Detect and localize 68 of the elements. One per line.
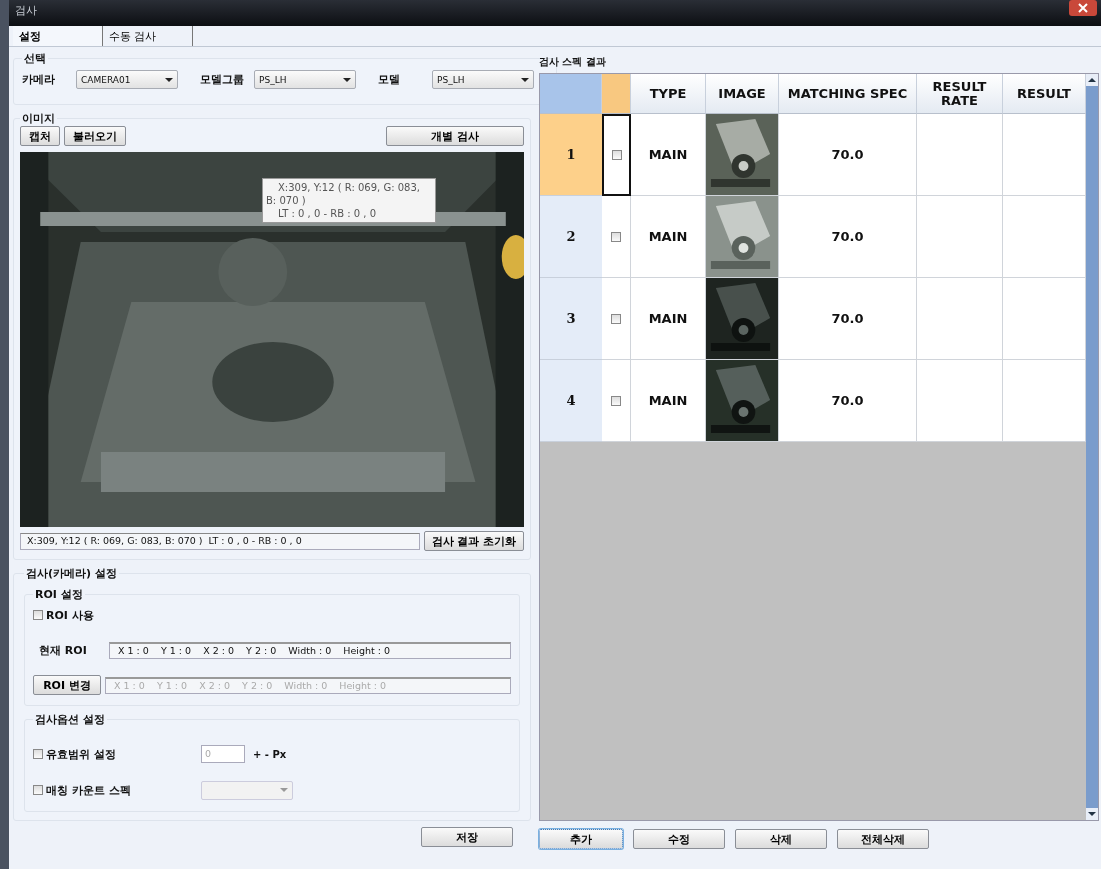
row-header[interactable]: 1: [540, 114, 602, 196]
field-label: 모델그룹: [200, 72, 245, 87]
table-action-button[interactable]: 삭제: [735, 829, 827, 849]
checkbox[interactable]: [611, 395, 621, 406]
checkbox-label: ROI 사용: [46, 607, 94, 623]
table-action-button[interactable]: 추가: [539, 829, 623, 849]
table-cell: MAIN: [631, 360, 706, 442]
table-cell: 70.0: [779, 360, 917, 442]
field-label: 모델: [378, 72, 401, 87]
tooltip-text: LT : 0 , 0 - RB : 0 , 0: [277, 207, 378, 220]
reset-button[interactable]: 검사 결과 초기화: [424, 531, 524, 551]
caret-icon: [165, 77, 173, 82]
dropdown[interactable]: PS_LH: [254, 70, 356, 89]
table-cell: MAIN: [631, 114, 706, 196]
column-header[interactable]: MATCHING SPEC: [779, 74, 917, 114]
row-header[interactable]: 3: [540, 278, 602, 360]
checkbox[interactable]: [33, 785, 43, 795]
column-header[interactable]: RESULT: [1003, 74, 1086, 114]
caret-icon: [343, 77, 351, 82]
group-title: 검사(카메라) 설정: [25, 566, 118, 581]
group-title: 선택: [23, 51, 47, 66]
row-header[interactable]: 2: [540, 196, 602, 278]
group-title: 이미지: [21, 111, 56, 126]
section-title: 검사 스펙 결과: [539, 55, 607, 69]
save-button[interactable]: 저장: [421, 827, 513, 847]
scroll-down-icon[interactable]: [1086, 808, 1098, 820]
field-label: 현재 ROI: [38, 643, 88, 658]
checkbox[interactable]: [611, 150, 622, 160]
row-header[interactable]: 4: [540, 360, 602, 442]
caret-icon: [280, 788, 288, 792]
status-field: X:309, Y:12 ( R: 069, G: 083, B: 070 ) LT : 0 , 0 - RB : 0 , 0: [20, 532, 420, 550]
table-action-button[interactable]: 전체삭제: [837, 829, 929, 849]
roi-field: X 1 : 0 Y 1 : 0 X 2 : 0 Y 2 : 0 Width : 0 Height : 0: [105, 676, 511, 694]
tab[interactable]: 수동 검사: [103, 26, 193, 46]
unit-label: + - Px: [253, 748, 287, 760]
checkbox[interactable]: [611, 313, 621, 324]
table-action-button[interactable]: 수정: [633, 829, 725, 849]
close-icon[interactable]: [1069, 0, 1097, 16]
caret-icon: [521, 77, 529, 82]
table-cell: MAIN: [631, 278, 706, 360]
group-title: ROI 설정: [34, 587, 84, 602]
dropdown[interactable]: PS_LH: [432, 70, 534, 89]
checkbox[interactable]: [611, 231, 621, 242]
dropdown[interactable]: CAMERA01: [76, 70, 178, 89]
image-button[interactable]: 불러오기: [64, 126, 126, 146]
inspect-button[interactable]: 개별 검사: [386, 126, 524, 146]
scroll-up-icon[interactable]: [1086, 74, 1098, 86]
field-label: 카메라: [22, 72, 56, 87]
tab[interactable]: 설정: [13, 26, 103, 46]
column-header[interactable]: RESULT RATE: [917, 74, 1003, 114]
scrollbar[interactable]: [1086, 74, 1098, 820]
checkbox-label: 유효범위 설정: [46, 746, 116, 762]
table-cell: 70.0: [779, 196, 917, 278]
checkbox-label: 매칭 카운트 스펙: [46, 782, 131, 798]
roi-change-button[interactable]: ROI 변경: [33, 675, 101, 695]
column-header[interactable]: TYPE: [631, 74, 706, 114]
window-title: 검사: [15, 3, 37, 18]
group-title: 검사옵션 설정: [34, 712, 106, 727]
corner-header: [540, 74, 602, 114]
tooltip-text: X:309, Y:12 ( R: 069, G: 083, B: 070 ): [266, 181, 421, 207]
table-cell: 70.0: [779, 114, 917, 196]
table-cell: MAIN: [631, 196, 706, 278]
roi-field: X 1 : 0 Y 1 : 0 X 2 : 0 Y 2 : 0 Width : 0 Height : 0: [109, 642, 511, 659]
column-header: [602, 74, 631, 114]
table-cell: 70.0: [779, 278, 917, 360]
checkbox[interactable]: [33, 610, 43, 620]
column-header[interactable]: IMAGE: [706, 74, 779, 114]
image-button[interactable]: 캡처: [20, 126, 60, 146]
